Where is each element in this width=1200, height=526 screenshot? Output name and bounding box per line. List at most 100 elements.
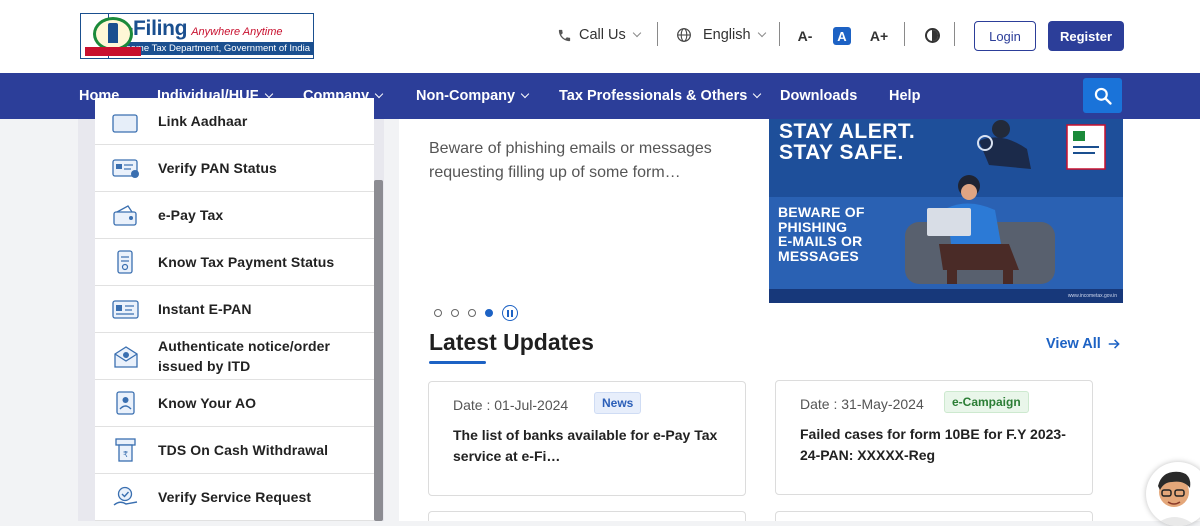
banner-beware-text: BEWARE OF PHISHING E-MAILS OR MESSAGES — [778, 205, 865, 263]
language-label: English — [703, 27, 751, 43]
service-know-tax-payment-status[interactable]: Know Tax Payment Status — [95, 239, 374, 286]
nav-non-company[interactable]: Non-Company — [416, 73, 530, 119]
banner-beware-line: BEWARE OF — [778, 204, 865, 220]
service-label: Verify PAN Status — [158, 160, 277, 176]
carousel-teaser-text: Beware of phishing emails or messages re… — [429, 140, 712, 181]
news-badge: News — [594, 392, 642, 414]
search-icon — [1094, 87, 1112, 105]
nav-tax-professionals[interactable]: Tax Professionals & Others — [559, 73, 762, 119]
service-tds-on-cash-withdrawal[interactable]: ₹ TDS On Cash Withdrawal — [95, 427, 374, 474]
tax-payment-status-icon — [117, 250, 133, 274]
efiling-logo[interactable]: e-Filing Anywhere Anytime Income Tax Dep… — [80, 13, 314, 59]
font-increase-button[interactable]: A+ — [868, 25, 890, 47]
carousel-dot[interactable] — [434, 309, 442, 317]
link-aadhaar-icon — [112, 114, 138, 133]
nav-tax-professionals-label: Tax Professionals & Others — [559, 88, 748, 104]
nav-downloads[interactable]: Downloads — [780, 73, 857, 119]
service-authenticate-notice[interactable]: Authenticate notice/order issued by ITD — [95, 333, 374, 380]
national-emblem-icon — [81, 14, 141, 58]
latest-updates-title: Latest Updates — [429, 329, 594, 355]
carousel-dot[interactable] — [451, 309, 459, 317]
person-laptop-illustration-icon — [905, 175, 1055, 284]
service-verify-pan-status[interactable]: Verify PAN Status — [95, 145, 374, 192]
call-us-label: Call Us — [579, 27, 626, 43]
font-normal-label: A — [837, 28, 847, 44]
carousel-indicators — [434, 305, 518, 321]
logo-tagline: Anywhere Anytime — [191, 26, 283, 38]
view-all-link[interactable]: View All — [1046, 336, 1121, 352]
service-label: Authenticate notice/order issued by ITD — [158, 338, 331, 374]
service-label: e-Pay Tax — [158, 207, 224, 223]
service-label: Know Tax Payment Status — [158, 254, 335, 270]
font-decrease-button[interactable]: A- — [794, 25, 816, 47]
nav-downloads-label: Downloads — [780, 88, 858, 104]
search-button[interactable] — [1083, 78, 1122, 113]
service-label: Verify Service Request — [158, 489, 312, 505]
service-link-aadhaar[interactable]: Link Aadhaar — [95, 98, 374, 145]
chevron-down-icon — [632, 28, 641, 38]
service-label: TDS On Cash Withdrawal — [158, 442, 329, 458]
title-underline — [429, 361, 486, 364]
nav-non-company-label: Non-Company — [416, 88, 516, 104]
svg-text:₹: ₹ — [123, 450, 128, 459]
chevron-down-icon — [757, 28, 766, 38]
e-campaign-badge: e-Campaign — [944, 391, 1029, 413]
contrast-toggle-icon[interactable] — [925, 28, 940, 43]
view-all-label: View All — [1046, 336, 1101, 352]
register-button[interactable]: Register — [1048, 21, 1124, 51]
authenticate-notice-icon — [114, 346, 138, 368]
font-increase-label: A+ — [869, 28, 889, 44]
update-card[interactable]: Date : 31-May-2024 e-Campaign Failed cas… — [775, 380, 1093, 495]
chevron-down-icon — [753, 89, 762, 99]
carousel-dot-active[interactable] — [485, 309, 493, 317]
font-normal-button[interactable]: A — [833, 27, 851, 45]
update-text: The list of banks available for e-Pay Ta… — [453, 427, 718, 464]
arrow-right-icon — [1108, 339, 1120, 349]
banner-footer: www.incometax.gov.in — [769, 289, 1123, 303]
service-label: Know Your AO — [158, 395, 257, 411]
service-label: Instant E-PAN — [158, 301, 252, 317]
service-label: Link Aadhaar — [158, 113, 248, 129]
logo-subtitle: Income Tax Department, Government of Ind… — [114, 42, 313, 55]
language-selector[interactable]: English — [676, 22, 766, 48]
update-card[interactable]: Date : 01-Jul-2024 News The list of bank… — [428, 381, 746, 496]
know-your-ao-icon — [116, 391, 135, 415]
banner-beware-line: PHISHING — [778, 218, 848, 235]
carousel-dot[interactable] — [468, 309, 476, 317]
phishing-alert-banner[interactable]: STAY ALERT. STAY SAFE. BEWARE OF PHISHIN… — [769, 119, 1123, 303]
verify-service-request-icon — [113, 486, 138, 506]
service-e-pay-tax[interactable]: e-Pay Tax — [95, 192, 374, 239]
globe-icon — [677, 28, 691, 42]
nav-help-label: Help — [889, 88, 921, 104]
chevron-down-icon — [374, 89, 384, 99]
chevron-down-icon — [264, 89, 273, 99]
banner-beware-line: MESSAGES — [778, 247, 859, 264]
call-us-dropdown[interactable]: Call Us — [557, 22, 641, 48]
update-date: Date : 31-May-2024 — [800, 396, 924, 412]
service-instant-e-pan[interactable]: Instant E-PAN — [95, 286, 374, 333]
divider — [954, 22, 955, 46]
pause-icon[interactable] — [502, 305, 518, 321]
e-pay-tax-icon — [113, 205, 137, 226]
service-know-your-ao[interactable]: Know Your AO — [95, 380, 374, 427]
update-date: Date : 01-Jul-2024 — [453, 397, 569, 413]
service-verify-service-request[interactable]: Verify Service Request — [95, 474, 374, 521]
top-header: e-Filing Anywhere Anytime Income Tax Dep… — [0, 0, 1200, 73]
chevron-down-icon — [520, 89, 530, 99]
banner-beware-line: E-MAILS OR — [778, 233, 863, 249]
divider — [657, 22, 658, 46]
divider — [904, 22, 905, 46]
update-card-partial[interactable] — [428, 511, 746, 521]
font-decrease-label: A- — [797, 28, 813, 44]
instant-epan-icon — [112, 300, 139, 319]
login-button[interactable]: Login — [974, 21, 1036, 51]
pan-card-icon — [112, 159, 139, 178]
update-card-partial[interactable] — [775, 511, 1093, 521]
services-scrollbar-thumb[interactable] — [374, 180, 383, 521]
update-text: Failed cases for form 10BE for F.Y 2023-… — [800, 426, 1066, 463]
phone-icon — [558, 29, 571, 41]
banner-site: www.incometax.gov.in — [1067, 293, 1117, 299]
nav-help[interactable]: Help — [889, 73, 920, 119]
tds-cash-icon: ₹ — [115, 438, 136, 462]
banner-headline-2: STAY SAFE. — [779, 141, 904, 164]
